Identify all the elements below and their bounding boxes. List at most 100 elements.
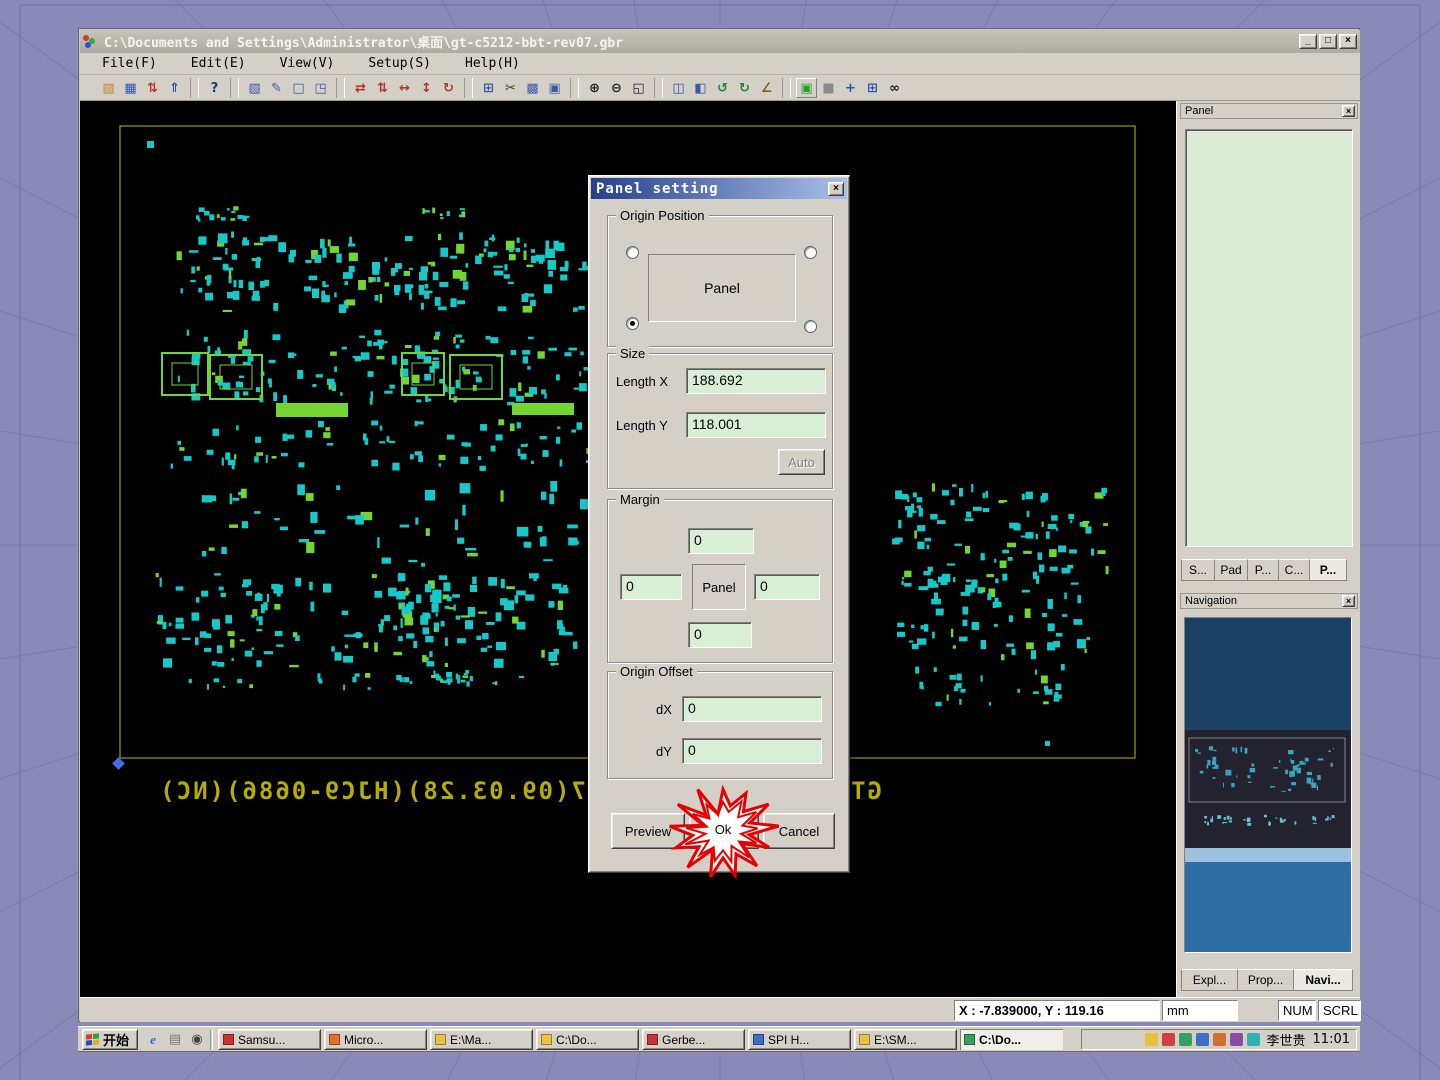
margin-top-field[interactable]: 0 — [688, 528, 754, 554]
task-samsung[interactable]: Samsu... — [218, 1029, 321, 1050]
undo-icon[interactable]: ↺ — [712, 78, 733, 98]
mirror-vertical-icon[interactable]: ⇅ — [372, 78, 393, 98]
task-spi[interactable]: SPI H... — [748, 1029, 851, 1050]
task-label: Gerbe... — [662, 1033, 705, 1047]
tab-s[interactable]: S... — [1181, 559, 1215, 581]
origin-top-left-radio[interactable] — [626, 246, 639, 259]
task-folder-e-sm[interactable]: E:\SM... — [854, 1029, 957, 1050]
start-button[interactable]: 开始 — [82, 1029, 138, 1050]
folder-icon — [859, 1034, 870, 1045]
grid-icon[interactable]: ⊞ — [862, 78, 883, 98]
margin-bottom-field[interactable]: 0 — [688, 622, 752, 648]
navigation-pane-titlebar[interactable]: Navigation × — [1180, 593, 1358, 609]
menu-edit[interactable]: Edit(E) — [181, 54, 256, 73]
close-button[interactable]: × — [1339, 34, 1357, 49]
zoom-window-icon[interactable]: ◱ — [628, 78, 649, 98]
tab-p1[interactable]: P... — [1247, 559, 1279, 581]
rect-select-icon[interactable]: □ — [288, 78, 309, 98]
origin-panel-preview: Panel — [648, 254, 796, 322]
margin-left-field[interactable]: 0 — [620, 574, 682, 600]
panel-list-area[interactable] — [1185, 129, 1353, 547]
task-gerber[interactable]: Gerbe... — [642, 1029, 745, 1050]
layers-icon[interactable]: ▣ — [796, 78, 817, 98]
preview-button[interactable]: Preview — [611, 813, 685, 849]
stretch-icon[interactable]: ↕ — [416, 78, 437, 98]
restore-button[interactable]: □ — [1319, 34, 1337, 49]
zoom-out-icon[interactable]: ⊖ — [606, 78, 627, 98]
help-icon[interactable]: ? — [204, 78, 225, 98]
task-icon — [647, 1034, 658, 1045]
tab-explorer[interactable]: Expl... — [1181, 969, 1238, 991]
navigation-preview[interactable] — [1184, 617, 1352, 953]
clock[interactable]: 11:01 — [1313, 1032, 1350, 1047]
media-player-icon[interactable]: ◉ — [188, 1031, 206, 1049]
export-icon[interactable]: ⇑ — [164, 78, 185, 98]
show-desktop-icon[interactable]: ▤ — [166, 1031, 184, 1049]
select-area-icon[interactable]: ▧ — [244, 78, 265, 98]
panel-pane-titlebar[interactable]: Panel × — [1180, 103, 1358, 119]
tray-icon[interactable] — [1162, 1033, 1175, 1046]
task-gerber-viewer-active[interactable]: C:\Do... — [960, 1029, 1063, 1050]
task-folder-c-do[interactable]: C:\Do... — [536, 1029, 639, 1050]
tray-icon[interactable] — [1145, 1033, 1158, 1046]
binoculars-icon[interactable]: ∞ — [884, 78, 905, 98]
board-icon[interactable]: ■ — [818, 78, 839, 98]
fill-icon[interactable]: ▩ — [522, 78, 543, 98]
snap-icon[interactable]: ▣ — [544, 78, 565, 98]
move-icon[interactable]: ↔ — [394, 78, 415, 98]
length-x-field[interactable]: 188.692 — [686, 368, 826, 394]
mirror-horizontal-icon[interactable]: ⇄ — [350, 78, 371, 98]
ok-button-highlight[interactable]: Ok — [688, 822, 758, 837]
menu-file[interactable]: File(F) — [92, 54, 167, 73]
origin-offset-label: Origin Offset — [616, 664, 697, 679]
dx-field[interactable]: 0 — [682, 696, 822, 722]
panel-pane-close-icon[interactable]: × — [1342, 105, 1355, 117]
task-folder-e-ma[interactable]: E:\Ma... — [430, 1029, 533, 1050]
origin-bottom-right-radio[interactable] — [804, 320, 817, 333]
origin-bottom-left-radio[interactable] — [626, 317, 639, 330]
minimize-button[interactable]: _ — [1299, 34, 1317, 49]
origin-top-right-radio[interactable] — [804, 246, 817, 259]
region-icon[interactable]: ◳ — [310, 78, 331, 98]
tray-icon[interactable] — [1196, 1033, 1209, 1046]
tab-p2[interactable]: P... — [1309, 559, 1347, 581]
save-icon[interactable]: ▦ — [120, 78, 141, 98]
tab-c[interactable]: C... — [1278, 559, 1310, 581]
task-label: E:\SM... — [874, 1033, 917, 1047]
rotate-icon[interactable]: ↻ — [438, 78, 459, 98]
auto-button[interactable]: Auto — [778, 449, 825, 475]
menu-view[interactable]: View(V) — [270, 54, 345, 73]
tray-icon[interactable] — [1179, 1033, 1192, 1046]
cut-icon[interactable]: ✂ — [500, 78, 521, 98]
array-icon[interactable]: ⊞ — [478, 78, 499, 98]
tile-vertical-icon[interactable]: ◧ — [690, 78, 711, 98]
dialog-titlebar[interactable]: Panel setting × — [591, 178, 847, 199]
menu-setup[interactable]: Setup(S) — [358, 54, 441, 73]
cancel-button[interactable]: Cancel — [763, 813, 835, 849]
tab-properties[interactable]: Prop... — [1237, 969, 1294, 991]
folder-icon — [435, 1034, 446, 1045]
tray-icon[interactable] — [1230, 1033, 1243, 1046]
zoom-in-icon[interactable]: ⊕ — [584, 78, 605, 98]
edit-icon[interactable]: ✎ — [266, 78, 287, 98]
dy-field[interactable]: 0 — [682, 738, 822, 764]
titlebar[interactable]: C:\Documents and Settings\Administrator\… — [80, 30, 1360, 53]
tray-icon[interactable] — [1247, 1033, 1260, 1046]
length-y-field[interactable]: 118.001 — [686, 412, 826, 438]
dialog-close-icon[interactable]: × — [828, 182, 844, 196]
open-icon[interactable]: ▨ — [98, 78, 119, 98]
window-title: C:\Documents and Settings\Administrator\… — [104, 32, 1297, 51]
margin-right-field[interactable]: 0 — [754, 574, 820, 600]
refresh-icon[interactable]: ⇅ — [142, 78, 163, 98]
add-icon[interactable]: + — [840, 78, 861, 98]
tab-pad[interactable]: Pad — [1214, 559, 1248, 581]
redo-icon[interactable]: ↻ — [734, 78, 755, 98]
tab-navigation[interactable]: Navi... — [1293, 969, 1353, 991]
measure-icon[interactable]: ∠ — [756, 78, 777, 98]
task-microsoft[interactable]: Micro... — [324, 1029, 427, 1050]
internet-explorer-icon[interactable]: e — [144, 1031, 162, 1049]
menu-help[interactable]: Help(H) — [455, 54, 530, 73]
tile-horizontal-icon[interactable]: ◫ — [668, 78, 689, 98]
navigation-pane-close-icon[interactable]: × — [1342, 595, 1355, 607]
tray-icon[interactable] — [1213, 1033, 1226, 1046]
